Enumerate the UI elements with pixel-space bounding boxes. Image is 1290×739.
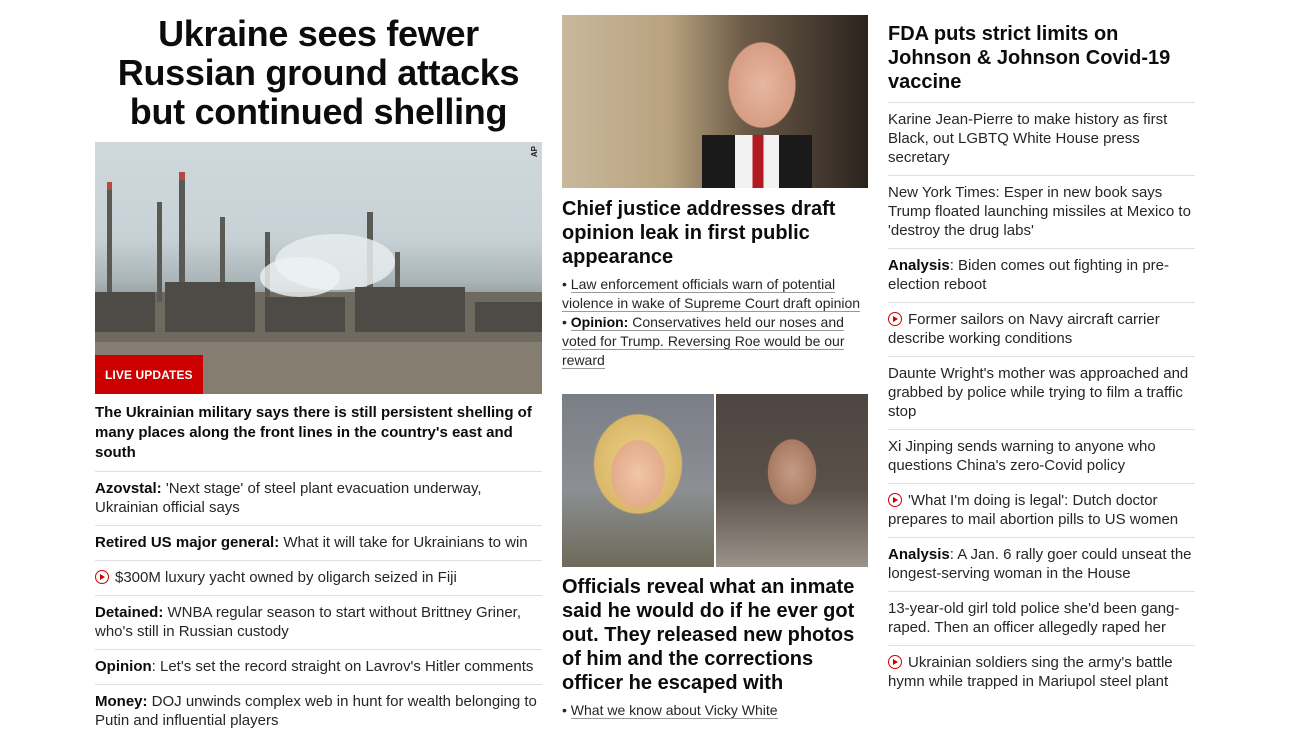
list-item[interactable]: 'What I'm doing is legal': Dutch doctor … xyxy=(888,484,1195,538)
officer-photo xyxy=(562,394,714,567)
play-circle-icon xyxy=(888,655,902,669)
list-item[interactable]: Retired US major general: What it will t… xyxy=(95,526,542,561)
inmate-photo xyxy=(716,394,868,567)
live-updates-badge[interactable]: LIVE UPDATES xyxy=(95,355,203,394)
list-item[interactable]: Analysis: A Jan. 6 rally goer could unse… xyxy=(888,538,1195,592)
lead-image-steel-plant[interactable]: AP LIVE UPDATES xyxy=(95,142,542,394)
headlines-column: FDA puts strict limits on Johnson & John… xyxy=(888,22,1195,699)
right-headline[interactable]: FDA puts strict limits on Johnson & John… xyxy=(888,22,1195,103)
list-item[interactable]: Former sailors on Navy aircraft carrier … xyxy=(888,303,1195,357)
story-sublinks: • What we know about Vicky White xyxy=(562,701,868,720)
lead-story: Ukraine sees fewer Russian ground attack… xyxy=(95,14,542,738)
lead-summary[interactable]: The Ukrainian military says there is sti… xyxy=(95,403,542,472)
story-headline[interactable]: Chief justice addresses draft opinion le… xyxy=(562,197,868,269)
list-item[interactable]: Daunte Wright's mother was approached an… xyxy=(888,357,1195,430)
suit-and-tie xyxy=(702,135,812,188)
list-item[interactable]: Xi Jinping sends warning to anyone who q… xyxy=(888,430,1195,484)
list-item[interactable]: Detained: WNBA regular season to start w… xyxy=(95,596,542,650)
sublink[interactable]: • What we know about Vicky White xyxy=(562,701,868,720)
middle-stories: Chief justice addresses draft opinion le… xyxy=(562,15,868,720)
list-item[interactable]: Karine Jean-Pierre to make history as fi… xyxy=(888,103,1195,176)
chief-justice-photo[interactable] xyxy=(562,15,868,188)
lead-related-list: Azovstal: 'Next stage' of steel plant ev… xyxy=(95,472,542,738)
sublink[interactable]: • Opinion: Conservatives held our noses … xyxy=(562,313,868,370)
list-item[interactable]: Ukrainian soldiers sing the army's battl… xyxy=(888,646,1195,699)
list-item[interactable]: 13-year-old girl told police she'd been … xyxy=(888,592,1195,646)
image-credit: AP xyxy=(530,146,539,158)
lead-headline[interactable]: Ukraine sees fewer Russian ground attack… xyxy=(95,14,542,131)
play-circle-icon xyxy=(888,312,902,326)
play-circle-icon xyxy=(95,570,109,584)
list-item[interactable]: Analysis: Biden comes out fighting in pr… xyxy=(888,249,1195,303)
list-item[interactable]: Azovstal: 'Next stage' of steel plant ev… xyxy=(95,472,542,526)
list-item[interactable]: Money: DOJ unwinds complex web in hunt f… xyxy=(95,685,542,738)
inmate-and-officer-photos[interactable] xyxy=(562,394,868,567)
story-headline[interactable]: Officials reveal what an inmate said he … xyxy=(562,575,868,695)
sublink[interactable]: • Law enforcement officials warn of pote… xyxy=(562,275,868,313)
list-item[interactable]: $300M luxury yacht owned by oligarch sei… xyxy=(95,561,542,596)
headline-list: Karine Jean-Pierre to make history as fi… xyxy=(888,103,1195,699)
list-item[interactable]: New York Times: Esper in new book says T… xyxy=(888,176,1195,249)
play-circle-icon xyxy=(888,493,902,507)
list-item[interactable]: Opinion: Let's set the record straight o… xyxy=(95,650,542,685)
story-sublinks: • Law enforcement officials warn of pote… xyxy=(562,275,868,370)
